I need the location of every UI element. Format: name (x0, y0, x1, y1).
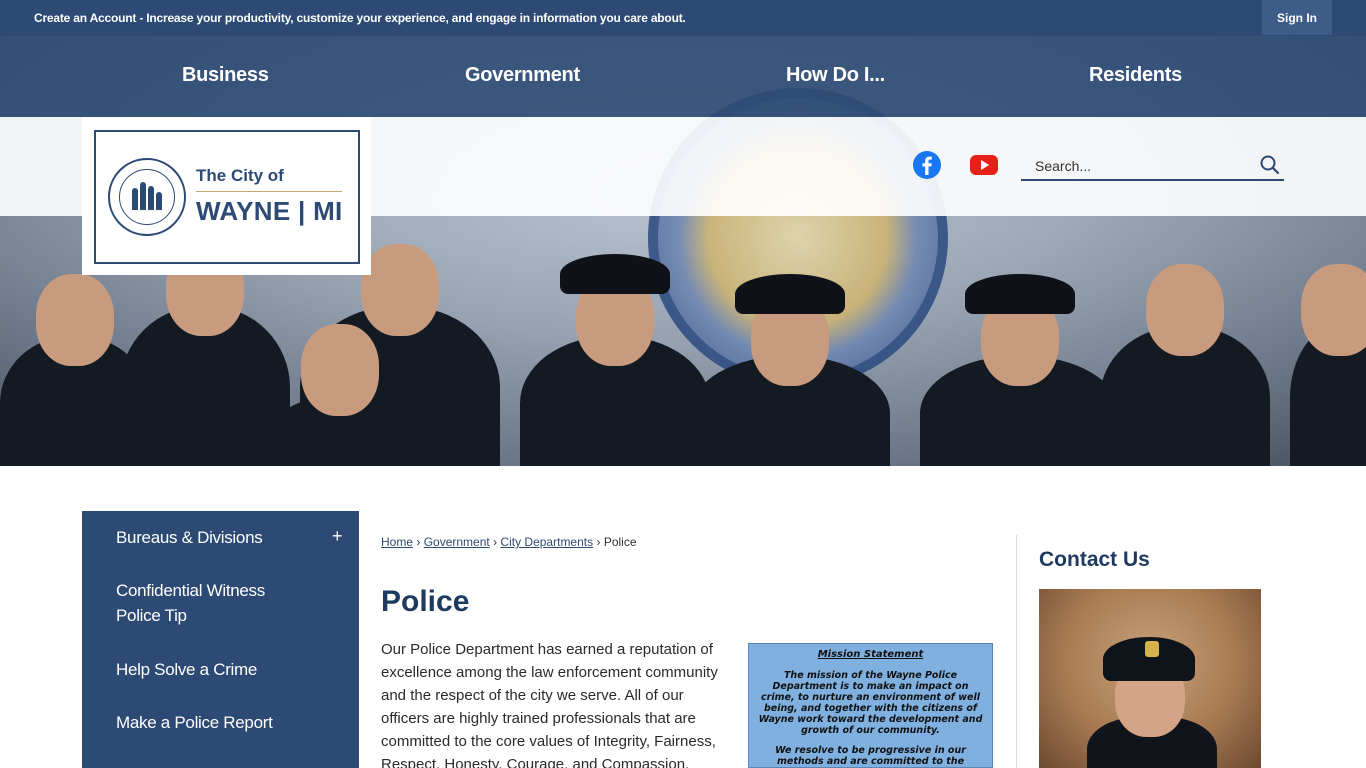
logo-text-big: WAYNE | MI (196, 196, 343, 226)
mission-text: The mission of the Wayne Police Departme… (758, 670, 983, 736)
wayne-seal-icon (108, 158, 186, 236)
breadcrumb-city-departments[interactable]: City Departments (500, 535, 593, 549)
breadcrumb-home[interactable]: Home (381, 535, 413, 549)
account-bar: Create an Account - Increase your produc… (0, 0, 1366, 36)
nav-item-government[interactable]: Government (465, 64, 580, 87)
breadcrumb-separator: › (493, 535, 498, 549)
officer-figure (120, 244, 290, 466)
police-chief-photo (1039, 589, 1261, 768)
logo-text-small: The City of (196, 166, 284, 185)
nav-item-business[interactable]: Business (182, 64, 269, 87)
breadcrumb-separator: › (416, 535, 421, 549)
officer-figure (690, 274, 890, 466)
search-icon[interactable] (1259, 154, 1281, 176)
nav-item-how-do-i[interactable]: How Do I... (786, 64, 885, 87)
department-sidebar: Bureaus & Divisions + Confidential Witne… (82, 511, 359, 768)
breadcrumb: Home › Government › City Departments › P… (381, 535, 637, 549)
officer-figure (920, 274, 1120, 466)
logo-divider (196, 191, 342, 192)
search-bar (1021, 150, 1284, 181)
sidebar-item-police-report[interactable]: Make a Police Report (116, 710, 273, 735)
breadcrumb-separator: › (596, 535, 601, 549)
contact-us-heading: Contact Us (1039, 548, 1150, 571)
column-divider (1016, 535, 1017, 768)
facebook-icon[interactable] (912, 150, 942, 180)
sidebar-item-confidential-witness[interactable]: Confidential Witness Police Tip (116, 578, 306, 628)
search-input[interactable] (1021, 154, 1251, 178)
logo-frame: The City of WAYNE | MI (94, 130, 360, 264)
officer-figure (1100, 264, 1270, 466)
city-logo[interactable]: The City of WAYNE | MI (82, 117, 371, 275)
main-navigation: Business Government How Do I... Resident… (0, 36, 1366, 117)
officer-figure (520, 254, 710, 466)
expand-icon[interactable]: + (332, 526, 343, 547)
officer-figure (270, 324, 410, 466)
intro-paragraph: Our Police Department has earned a reput… (381, 641, 718, 768)
sidebar-item-help-solve-crime[interactable]: Help Solve a Crime (116, 657, 257, 682)
mission-text: We resolve to be progressive in our meth… (775, 745, 966, 767)
breadcrumb-current: Police (603, 535, 637, 549)
youtube-icon[interactable] (969, 150, 999, 180)
mission-statement-image[interactable]: Mission Statement The mission of the Way… (748, 643, 993, 768)
sign-in-button[interactable]: Sign In (1262, 0, 1332, 35)
page-title: Police (381, 585, 470, 618)
sidebar-item-bureaus-divisions[interactable]: Bureaus & Divisions (116, 525, 263, 550)
nav-item-residents[interactable]: Residents (1089, 64, 1182, 87)
create-account-link[interactable]: Create an Account - Increase your produc… (34, 11, 686, 25)
mission-title: Mission Statement (817, 649, 924, 660)
breadcrumb-government[interactable]: Government (424, 535, 490, 549)
